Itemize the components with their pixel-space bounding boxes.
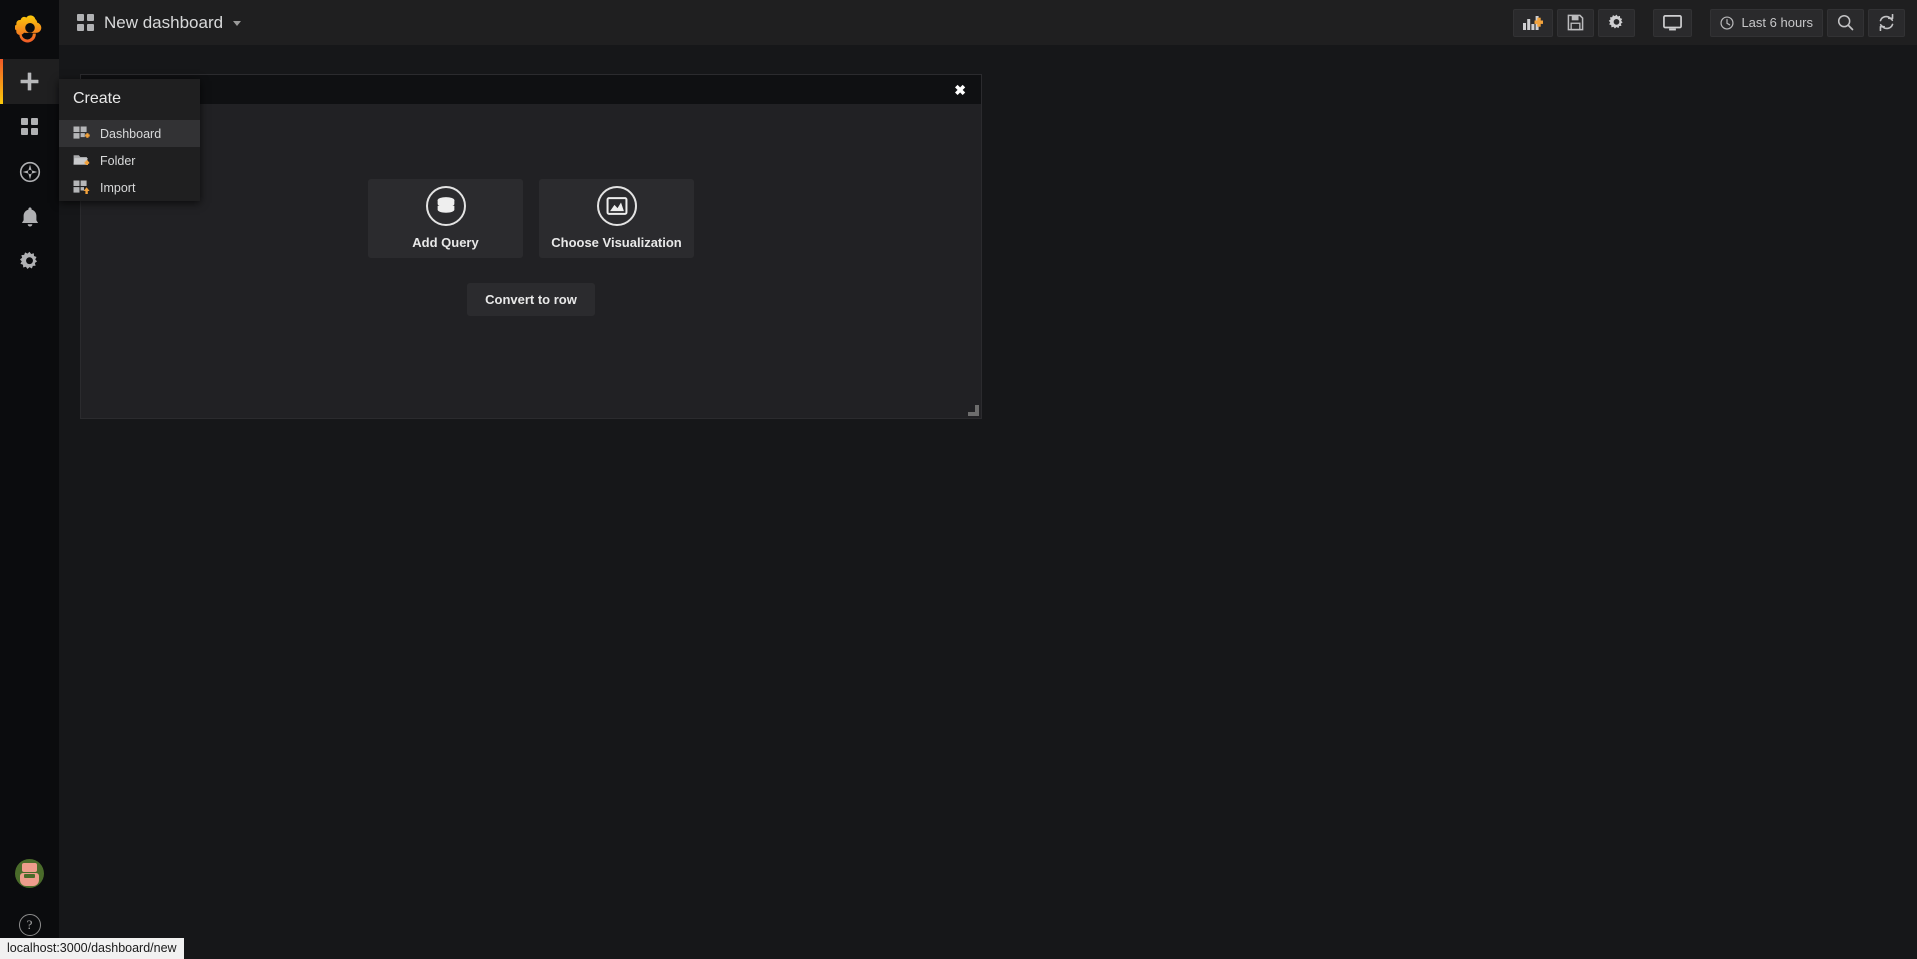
grafana-logo-icon [14, 15, 41, 43]
sidebar-item-create[interactable] [0, 59, 59, 104]
grid-icon [21, 118, 38, 135]
toolbar: Last 6 hours [1513, 8, 1917, 37]
dashboard-plus-icon [73, 126, 90, 141]
panel-resize-handle[interactable] [967, 404, 979, 416]
time-range-picker[interactable]: Last 6 hours [1710, 8, 1823, 37]
create-menu-item-label: Folder [100, 153, 136, 168]
add-panel-button[interactable] [1513, 8, 1554, 37]
import-arrow-icon [73, 180, 90, 195]
grafana-logo[interactable] [0, 0, 59, 59]
new-panel: New Panel ✖ Add Query [80, 74, 982, 419]
time-range-label: Last 6 hours [1741, 15, 1813, 30]
status-bar-url: localhost:3000/dashboard/new [0, 938, 184, 959]
gear-icon [19, 251, 38, 269]
sidebar-item-profile[interactable] [0, 857, 59, 902]
top-bar: New dashboard Last 6 hours [59, 0, 1917, 45]
magnifier-minus-icon [1837, 14, 1854, 31]
chevron-down-icon [233, 21, 242, 26]
database-icon [425, 186, 466, 226]
sidebar-item-alerting[interactable] [0, 194, 59, 239]
choose-visualization-button[interactable]: Choose Visualization [539, 178, 694, 258]
create-dropdown-menu: Create Dashboard Folder Import [59, 79, 200, 201]
panel-cta-row: Add Query Choose Visualization [368, 178, 694, 258]
grid-icon [77, 14, 94, 31]
save-dashboard-button[interactable] [1557, 8, 1595, 37]
close-icon[interactable]: ✖ [948, 83, 972, 97]
sidebar-item-dashboards[interactable] [0, 104, 59, 149]
add-query-label: Add Query [412, 235, 479, 250]
dashboard-settings-button[interactable] [1598, 8, 1636, 37]
question-mark-icon: ? [18, 913, 41, 936]
add-query-button[interactable]: Add Query [368, 178, 523, 258]
dashboard-title-button[interactable]: New dashboard [59, 0, 242, 45]
gear-icon [1609, 14, 1624, 29]
convert-to-row-button[interactable]: Convert to row [467, 282, 595, 316]
choose-visualization-label: Choose Visualization [551, 235, 682, 250]
create-menu-item-label: Dashboard [100, 126, 162, 141]
graph-image-icon [596, 186, 637, 226]
tv-mode-button[interactable] [1653, 8, 1693, 37]
refresh-button[interactable] [1868, 8, 1905, 37]
panel-body: Add Query Choose Visualization Convert t… [81, 104, 981, 418]
sidebar-item-configuration[interactable] [0, 239, 59, 284]
create-menu-item-import[interactable]: Import [59, 174, 200, 201]
create-menu-heading: Create [73, 90, 122, 107]
plus-icon [20, 72, 39, 91]
compass-icon [19, 161, 40, 182]
panel-header[interactable]: New Panel ✖ [81, 75, 981, 104]
clock-icon [1720, 15, 1735, 30]
avatar [15, 859, 44, 888]
page-title: New dashboard [104, 12, 224, 32]
side-navigation: ? [0, 0, 59, 959]
create-menu-item-folder[interactable]: Folder [59, 147, 200, 174]
bell-icon [21, 206, 38, 226]
add-panel-icon [1523, 15, 1544, 30]
refresh-icon [1879, 14, 1894, 31]
create-menu-item-label: Import [100, 180, 136, 195]
folder-plus-icon [73, 153, 90, 168]
monitor-icon [1663, 14, 1683, 30]
zoom-out-button[interactable] [1827, 8, 1864, 37]
save-disk-icon [1568, 14, 1584, 31]
sidebar-item-explore[interactable] [0, 149, 59, 194]
create-menu-item-dashboard[interactable]: Dashboard [59, 120, 200, 147]
